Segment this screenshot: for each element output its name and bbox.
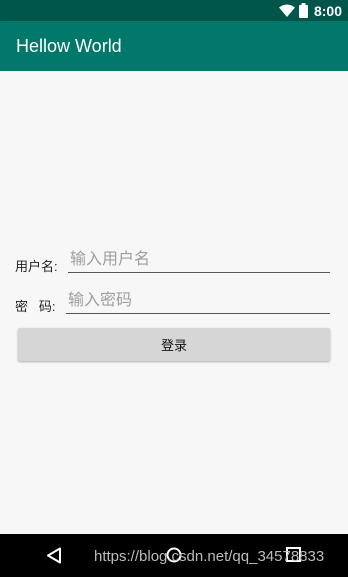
navigation-bar: https://blog.csdn.net/qq_34578833 bbox=[0, 534, 348, 577]
wifi-icon bbox=[278, 4, 295, 17]
username-input[interactable] bbox=[68, 248, 330, 273]
password-label: 密 码: bbox=[15, 299, 56, 314]
app-bar: Hellow World bbox=[0, 21, 348, 71]
back-icon[interactable] bbox=[46, 547, 62, 564]
login-form: 用户名: 密 码: 登录 bbox=[0, 71, 348, 534]
status-icons: 8:00 bbox=[278, 2, 342, 19]
battery-icon bbox=[298, 3, 308, 18]
status-bar: 8:00 bbox=[0, 0, 348, 21]
password-input[interactable] bbox=[66, 289, 330, 314]
login-button[interactable]: 登录 bbox=[18, 328, 330, 361]
status-time: 8:00 bbox=[313, 2, 342, 19]
app-title: Hellow World bbox=[16, 36, 122, 56]
username-label: 用户名: bbox=[15, 259, 58, 274]
home-icon[interactable] bbox=[166, 547, 182, 563]
recents-icon[interactable] bbox=[286, 547, 301, 562]
